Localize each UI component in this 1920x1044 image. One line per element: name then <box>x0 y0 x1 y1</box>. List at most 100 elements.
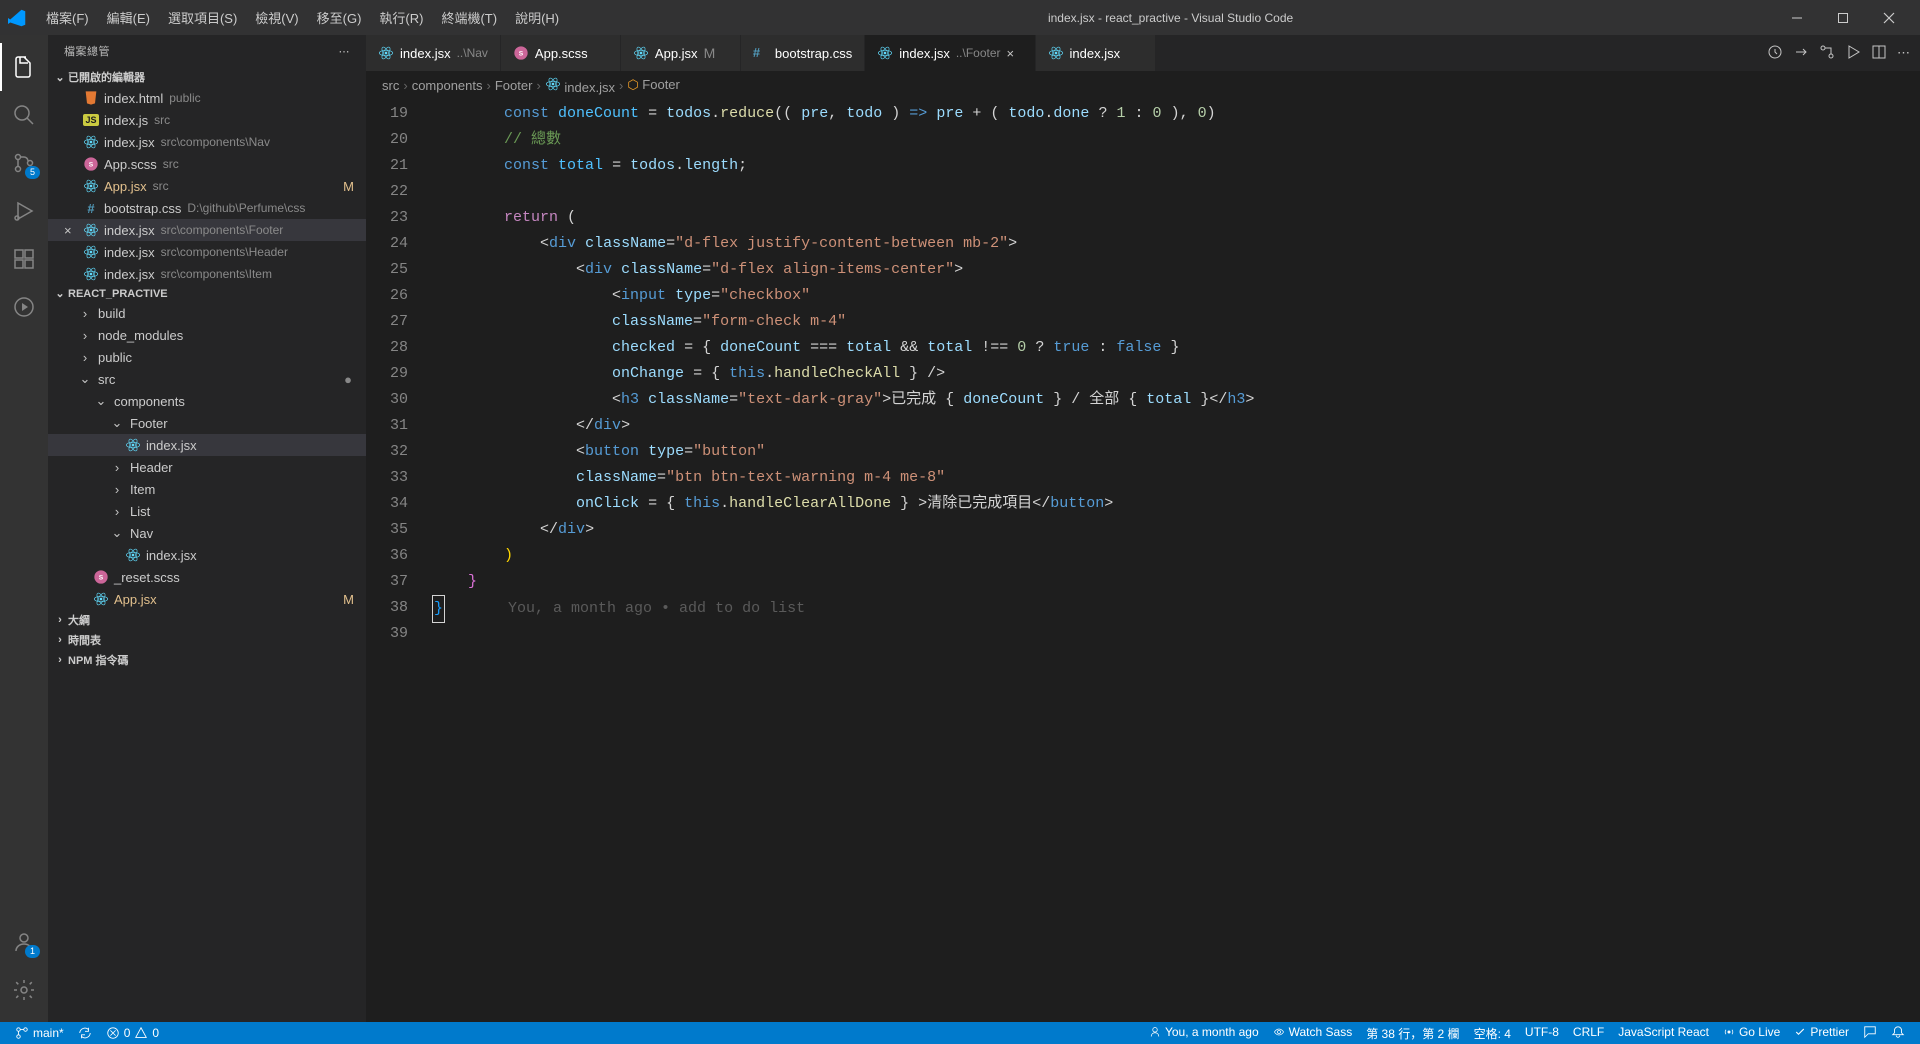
position-button[interactable]: 第 38 行，第 2 欄 <box>1359 1025 1466 1042</box>
folder-item[interactable]: ⌄src● <box>48 368 366 390</box>
project-label: REACT_PRACTIVE <box>68 288 168 300</box>
timeline-label: 時間表 <box>68 632 101 648</box>
editor-tab[interactable]: SApp.scss <box>501 35 621 71</box>
menu-item-0[interactable]: 檔案(F) <box>38 4 97 31</box>
menu-item-2[interactable]: 選取項目(S) <box>160 4 245 31</box>
folder-item[interactable]: ›List <box>48 500 366 522</box>
encoding-button[interactable]: UTF-8 <box>1518 1025 1566 1039</box>
menu-item-5[interactable]: 執行(R) <box>371 4 431 31</box>
open-editor-item[interactable]: index.jsxsrc\components\Header <box>48 241 366 263</box>
minimap[interactable] <box>1906 99 1920 1022</box>
file-item[interactable]: index.jsx <box>48 434 366 456</box>
folder-item[interactable]: ›node_modules <box>48 324 366 346</box>
folder-item[interactable]: ›public <box>48 346 366 368</box>
sidebar-title: 檔案總管 ⋯ <box>48 35 366 67</box>
menu-item-6[interactable]: 終端機(T) <box>433 4 505 31</box>
chevron-icon: › <box>108 460 126 475</box>
file-item[interactable]: S_reset.scss <box>48 566 366 588</box>
open-editor-item[interactable]: ×index.jsxsrc\components\Footer <box>48 219 366 241</box>
prettier-button[interactable]: Prettier <box>1787 1025 1856 1039</box>
open-editor-item[interactable]: #bootstrap.cssD:\github\Perfume\css <box>48 197 366 219</box>
search-tab[interactable] <box>0 91 48 139</box>
hash-icon: # <box>82 201 100 216</box>
eol-button[interactable]: CRLF <box>1566 1025 1611 1039</box>
chevron-right-icon: › <box>52 654 68 666</box>
run-icon[interactable] <box>1845 44 1861 63</box>
breadcrumb-segment[interactable]: Footer <box>495 78 533 93</box>
open-editor-item[interactable]: index.jsxsrc\components\Item <box>48 263 366 285</box>
react-icon <box>124 547 142 563</box>
branch-button[interactable]: main* <box>8 1022 71 1044</box>
blame-button[interactable]: You, a month ago <box>1142 1025 1266 1039</box>
menu-item-7[interactable]: 說明(H) <box>507 4 567 31</box>
problems-button[interactable]: 0 0 <box>99 1022 166 1044</box>
folder-item[interactable]: ›build <box>48 302 366 324</box>
sass-icon: S <box>513 45 529 61</box>
breadcrumb-segment[interactable]: components <box>412 78 483 93</box>
bell-button[interactable] <box>1884 1025 1912 1039</box>
open-editor-item[interactable]: JSindex.jssrc <box>48 109 366 131</box>
minimize-button[interactable] <box>1774 0 1820 35</box>
breadcrumb-segment[interactable]: ⬡ Footer <box>627 77 680 93</box>
window-controls <box>1774 0 1912 35</box>
folder-item[interactable]: ⌄components <box>48 390 366 412</box>
chevron-icon: › <box>76 328 94 343</box>
file-item[interactable]: index.jsx <box>48 544 366 566</box>
extensions-tab[interactable] <box>0 235 48 283</box>
npm-header[interactable]: › NPM 指令碼 <box>48 650 366 670</box>
feedback-button[interactable] <box>1856 1025 1884 1039</box>
project-header[interactable]: ⌄ REACT_PRACTIVE <box>48 285 366 302</box>
folder-item[interactable]: ⌄Nav <box>48 522 366 544</box>
folder-item[interactable]: ›Header <box>48 456 366 478</box>
open-editors-header[interactable]: ⌄ 已開啟的編輯器 <box>48 67 366 87</box>
editor-tab[interactable]: App.jsxM <box>621 35 741 71</box>
liveserver-tab[interactable] <box>0 283 48 331</box>
file-item[interactable]: App.jsxM <box>48 588 366 610</box>
folder-item[interactable]: ⌄Footer <box>48 412 366 434</box>
editor-tab[interactable]: #bootstrap.css <box>741 35 865 71</box>
editor-tab[interactable]: index.jsx..\Footer× <box>865 35 1035 71</box>
sidebar: 檔案總管 ⋯ ⌄ 已開啟的編輯器 index.htmlpublicJSindex… <box>48 35 366 1022</box>
open-editor-item[interactable]: index.jsxsrc\components\Nav <box>48 131 366 153</box>
language-button[interactable]: JavaScript React <box>1611 1025 1716 1039</box>
breadcrumb-segment[interactable]: src <box>382 78 399 93</box>
menu-item-1[interactable]: 編輯(E) <box>99 4 158 31</box>
breadcrumb[interactable]: src›components›Footer› index.jsx›⬡ Foote… <box>366 71 1920 99</box>
editor-tab[interactable]: index.jsx <box>1036 35 1156 71</box>
open-editor-item[interactable]: SApp.scsssrc <box>48 153 366 175</box>
breadcrumb-segment[interactable]: index.jsx <box>545 76 615 95</box>
scm-tab[interactable]: 5 <box>0 139 48 187</box>
sidebar-more-icon[interactable]: ⋯ <box>339 45 351 58</box>
watch-sass-button[interactable]: Watch Sass <box>1266 1025 1360 1039</box>
accounts-tab[interactable]: 1 <box>0 918 48 966</box>
chevron-icon: › <box>108 482 126 497</box>
errors-count: 0 <box>124 1026 131 1040</box>
sass-icon: S <box>82 156 100 172</box>
close-button[interactable] <box>1866 0 1912 35</box>
timeline-icon[interactable] <box>1767 44 1783 63</box>
outline-header[interactable]: › 大綱 <box>48 610 366 630</box>
maximize-button[interactable] <box>1820 0 1866 35</box>
folder-item[interactable]: ›Item <box>48 478 366 500</box>
spaces-button[interactable]: 空格: 4 <box>1467 1025 1518 1042</box>
open-editor-item[interactable]: App.jsxsrcM <box>48 175 366 197</box>
menu-item-3[interactable]: 檢視(V) <box>247 4 306 31</box>
close-icon[interactable]: × <box>1007 46 1023 61</box>
editor-tab[interactable]: index.jsx..\Nav <box>366 35 501 71</box>
react-icon <box>82 134 100 150</box>
menu-item-4[interactable]: 移至(G) <box>309 4 370 31</box>
open-editor-item[interactable]: index.htmlpublic <box>48 87 366 109</box>
settings-tab[interactable] <box>0 966 48 1014</box>
debug-tab[interactable] <box>0 187 48 235</box>
code-editor[interactable]: 1920212223242526272829303132333435363738… <box>366 99 1920 1022</box>
golive-button[interactable]: Go Live <box>1716 1025 1787 1039</box>
explorer-tab[interactable] <box>0 43 48 91</box>
sync-button[interactable] <box>71 1022 99 1044</box>
timeline-header[interactable]: › 時間表 <box>48 630 366 650</box>
chevron-icon: ⌄ <box>76 371 94 387</box>
diff-icon[interactable] <box>1819 44 1835 63</box>
close-icon[interactable]: × <box>64 223 80 238</box>
more-icon[interactable]: ⋯ <box>1897 45 1910 61</box>
split-icon[interactable] <box>1871 44 1887 63</box>
compare-icon[interactable] <box>1793 44 1809 63</box>
